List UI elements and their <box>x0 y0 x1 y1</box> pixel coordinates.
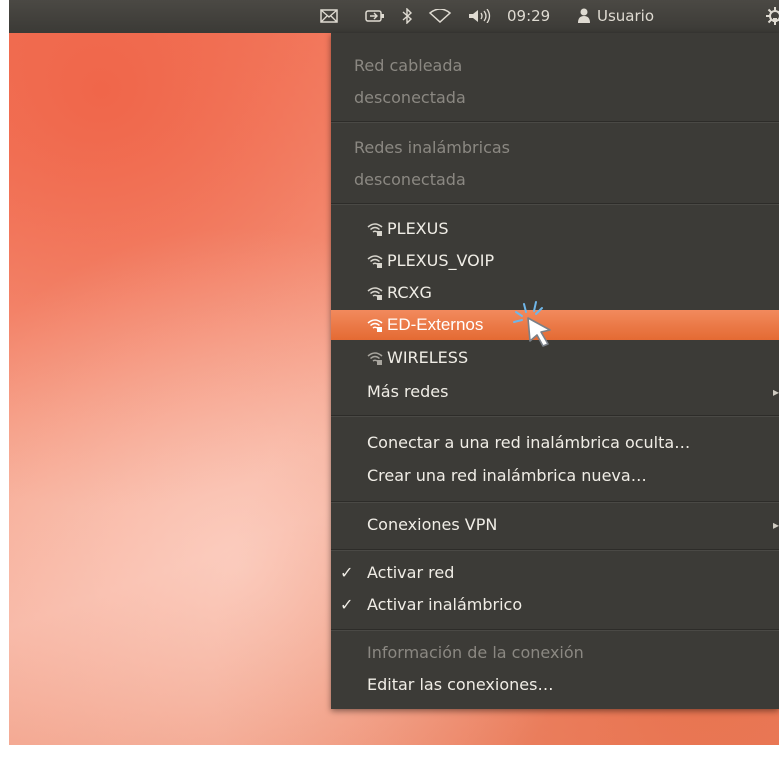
user-menu[interactable]: Usuario <box>597 0 654 33</box>
wired-status: desconectada <box>354 88 466 107</box>
separator <box>331 629 779 631</box>
mouse-cursor-icon <box>513 301 551 347</box>
submenu-arrow-icon: ▸ <box>772 518 779 532</box>
separator <box>331 415 779 417</box>
network-icon[interactable] <box>428 0 454 33</box>
volume-icon[interactable] <box>468 0 496 33</box>
wifi-signal-icon <box>367 352 383 365</box>
separator <box>331 549 779 551</box>
check-icon: ✓ <box>340 595 354 614</box>
network-label: ED-Externos <box>387 315 484 334</box>
mail-icon[interactable] <box>320 0 340 33</box>
check-icon: ✓ <box>340 563 354 582</box>
vpn-label: Conexiones VPN <box>367 515 498 534</box>
wifi-signal-icon <box>367 255 383 268</box>
top-panel: 09:29 Usuario <box>9 0 779 33</box>
network-item-plexus-voip[interactable]: PLEXUS_VOIP <box>331 245 779 277</box>
vpn-connections-item[interactable]: Conexiones VPN ▸ <box>331 509 779 541</box>
enable-wireless-item[interactable]: ✓ Activar inalámbrico <box>331 589 779 621</box>
wireless-title: Redes inalámbricas <box>354 138 511 157</box>
bluetooth-icon[interactable] <box>401 0 415 33</box>
network-label: RCXG <box>387 283 432 302</box>
battery-icon[interactable] <box>365 0 385 33</box>
edit-connections-item[interactable]: Editar las conexiones… <box>331 669 779 701</box>
network-menu: Red cableada desconectada Redes inalámbr… <box>331 33 779 709</box>
network-label: PLEXUS <box>387 219 449 238</box>
wired-title: Red cableada <box>354 56 463 75</box>
network-item-plexus[interactable]: PLEXUS <box>331 213 779 245</box>
network-label: PLEXUS_VOIP <box>387 251 495 270</box>
gear-icon[interactable] <box>765 0 779 33</box>
network-label: WIRELESS <box>387 348 469 367</box>
separator <box>331 121 779 123</box>
separator <box>331 501 779 503</box>
enable-wireless-label: Activar inalámbrico <box>367 595 523 614</box>
wireless-status: desconectada <box>354 170 466 189</box>
clock[interactable]: 09:29 <box>507 0 550 33</box>
connection-info-item: Información de la conexión <box>367 643 584 662</box>
wifi-signal-icon <box>367 223 383 236</box>
user-icon <box>577 0 593 33</box>
submenu-arrow-icon: ▸ <box>772 385 779 399</box>
connect-hidden-network-item[interactable]: Conectar a una red inalámbrica oculta… <box>331 427 779 459</box>
more-networks-label: Más redes <box>367 382 449 401</box>
enable-network-item[interactable]: ✓ Activar red <box>331 557 779 589</box>
enable-network-label: Activar red <box>367 563 455 582</box>
create-network-item[interactable]: Crear una red inalámbrica nueva… <box>331 460 779 492</box>
separator <box>331 203 779 205</box>
wifi-signal-icon <box>367 287 383 300</box>
wifi-signal-icon <box>367 319 383 332</box>
more-networks-item[interactable]: Más redes ▸ <box>331 376 779 408</box>
